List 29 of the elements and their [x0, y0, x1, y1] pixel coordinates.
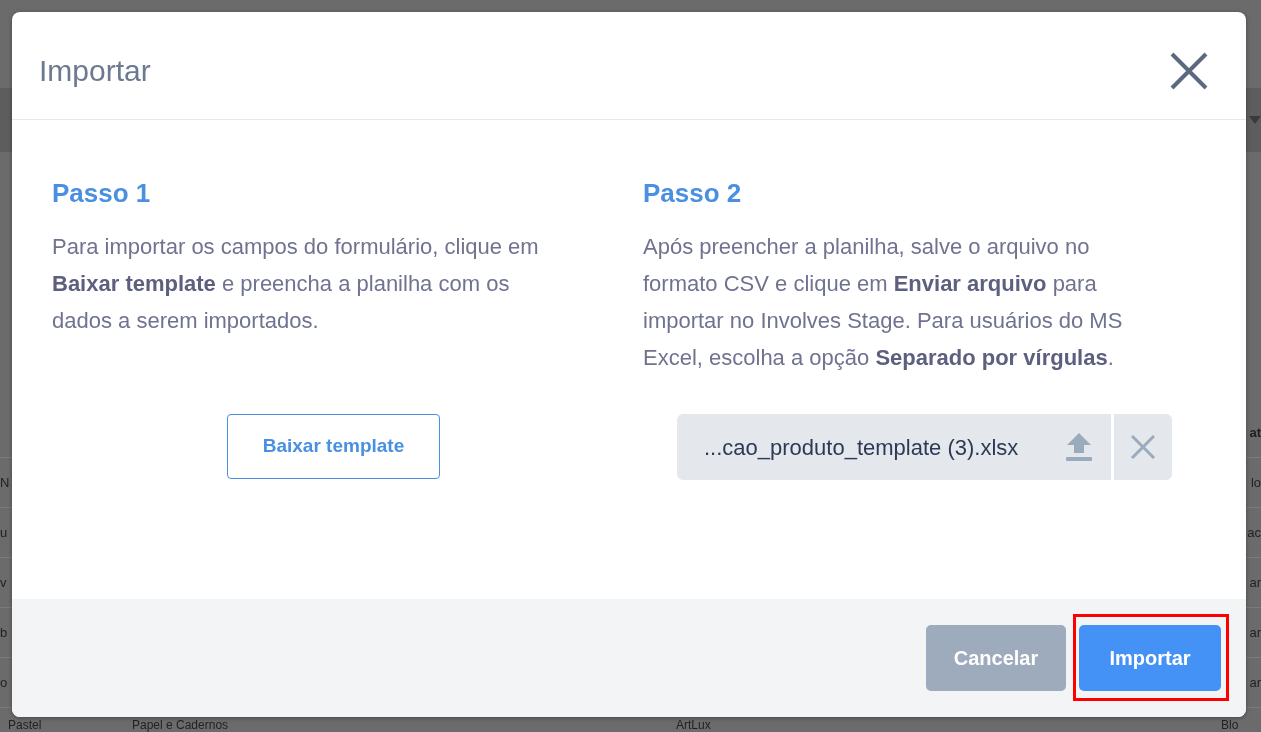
table-cell: Pastel [8, 718, 42, 732]
cancel-button[interactable]: Cancelar [926, 625, 1066, 691]
table-cell: v [0, 575, 7, 590]
table-cell: ar [1249, 675, 1261, 690]
import-button[interactable]: Importar [1079, 625, 1221, 691]
table-cell: lo [1250, 475, 1261, 490]
upload-icon[interactable] [1066, 433, 1092, 461]
close-icon[interactable] [1170, 51, 1208, 90]
table-cell: ac [1247, 525, 1261, 540]
step-title: Passo 2 [643, 178, 742, 208]
table-cell: u [0, 525, 8, 540]
step-title: Passo 1 [52, 178, 151, 208]
dialog-title: Importar [39, 53, 151, 89]
table-cell: b [0, 625, 8, 640]
table-cell: Papel e Cadernos [132, 718, 229, 732]
table-cell: o [0, 675, 8, 690]
download-template-button[interactable]: Baixar template [227, 414, 440, 479]
step-description: Após preencher a planilha, salve o arquivo no formato CSV e clique em Enviar arquivo para importar no Involves Stage. Para usuários do MS Excel, escolha a opção Separado por vírgulas. [643, 233, 1124, 372]
file-field[interactable]: ...cao_produto_template (3).xlsx [677, 414, 1172, 480]
table-cell: ar [1249, 625, 1261, 640]
table-cell: ar [1249, 575, 1261, 590]
close-icon [1131, 435, 1155, 459]
table-cell: Blo [1221, 718, 1239, 732]
table-cell: ArtLux [676, 718, 711, 732]
step-description: Para importar os campos do formulário, clique em Baixar template e preencha a planilha com os dados a serem importados. [52, 233, 540, 335]
caret-icon [1249, 116, 1261, 124]
table-cell: N [0, 475, 10, 490]
file-name: ...cao_produto_template (3).xlsx [704, 433, 1019, 462]
column-header: at [1249, 425, 1261, 440]
